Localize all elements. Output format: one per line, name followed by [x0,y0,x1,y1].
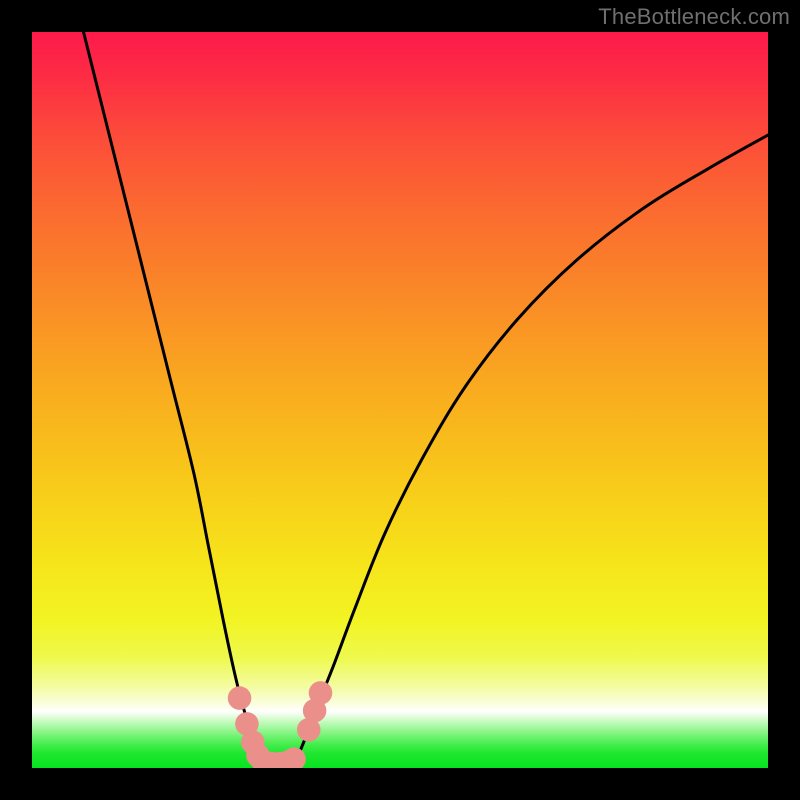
data-marker [228,686,252,710]
chart-frame: TheBottleneck.com [0,0,800,800]
series-left-branch [84,32,263,764]
series-right-branch [294,135,768,764]
plot-area [32,32,768,768]
data-marker [309,681,333,705]
curve-markers [228,681,333,768]
watermark-text: TheBottleneck.com [598,4,790,30]
data-marker [282,747,306,768]
curve-paths [84,32,768,768]
curve-layer [32,32,768,768]
